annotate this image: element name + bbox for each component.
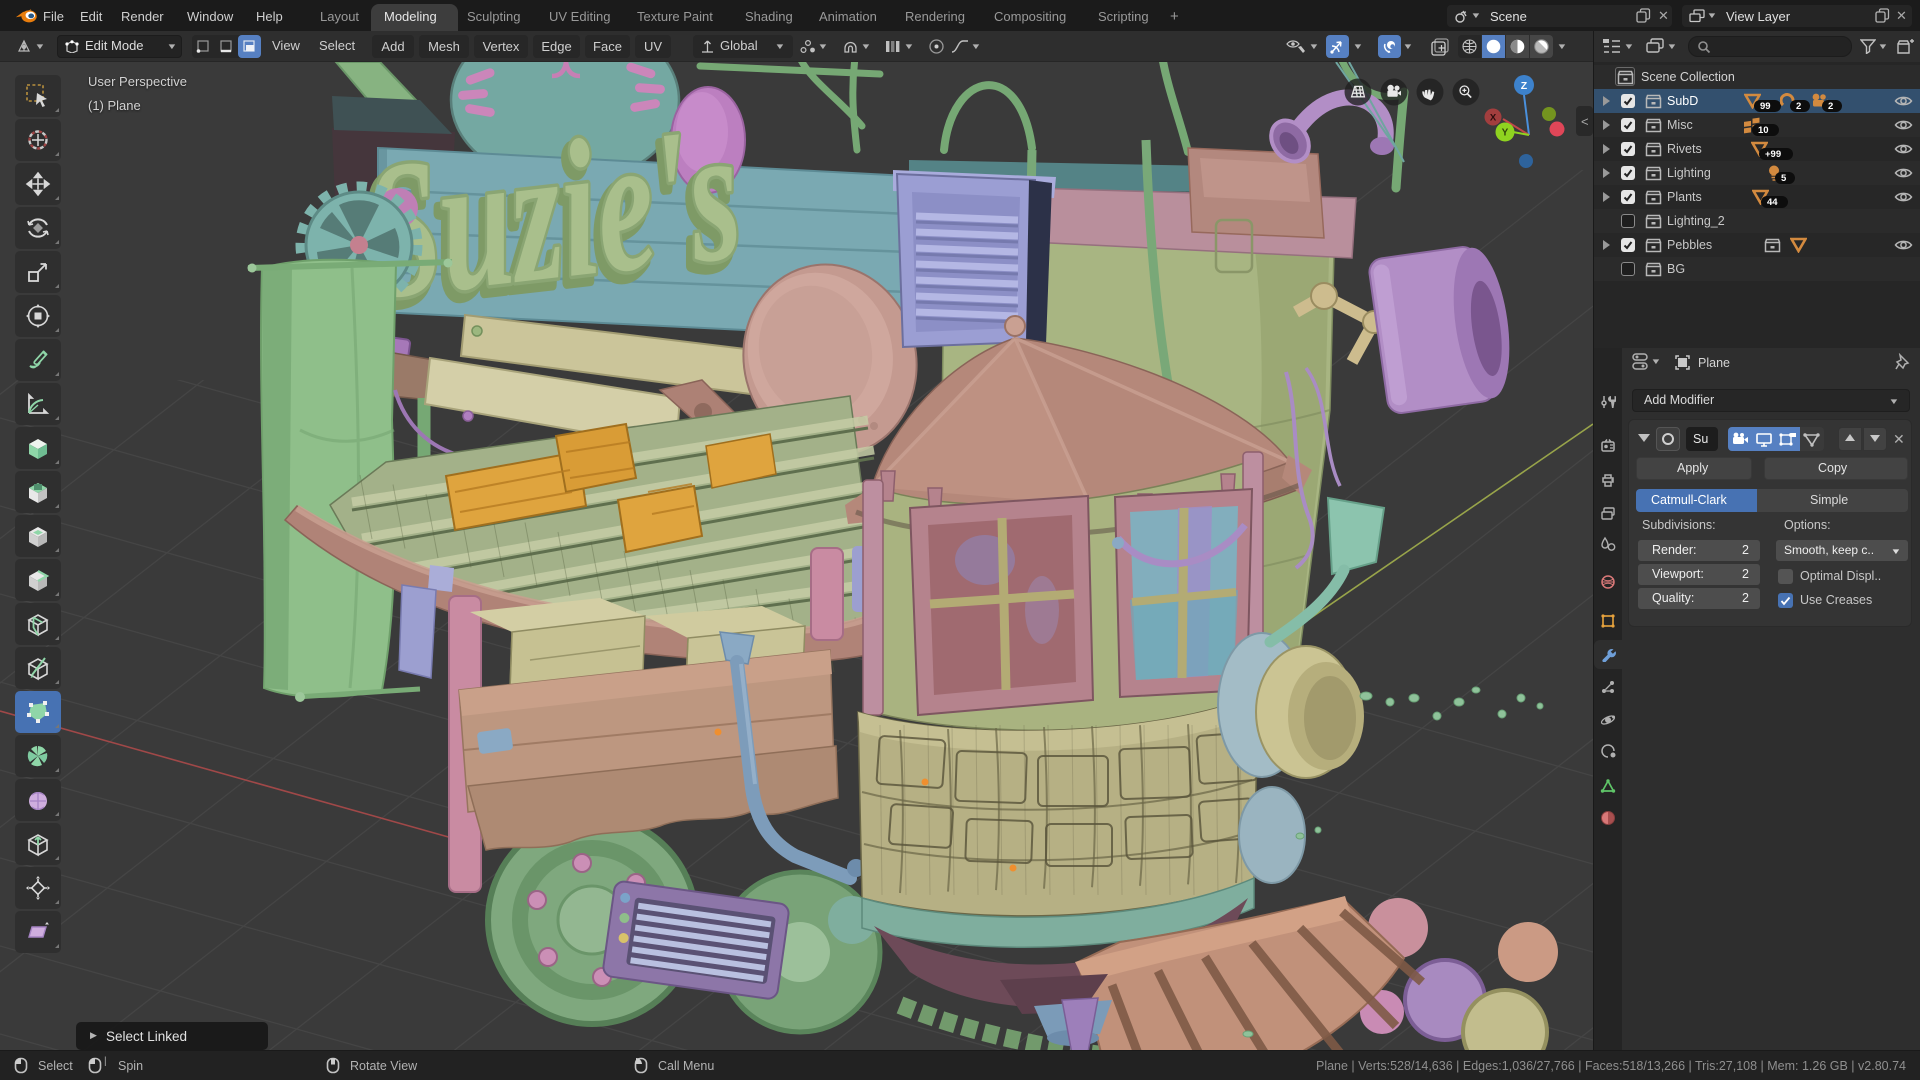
svg-text:<: < [1581, 114, 1589, 129]
svg-text:Y: Y [1502, 128, 1509, 139]
svg-text:Z: Z [1521, 80, 1528, 92]
svg-text:X: X [1490, 113, 1497, 124]
